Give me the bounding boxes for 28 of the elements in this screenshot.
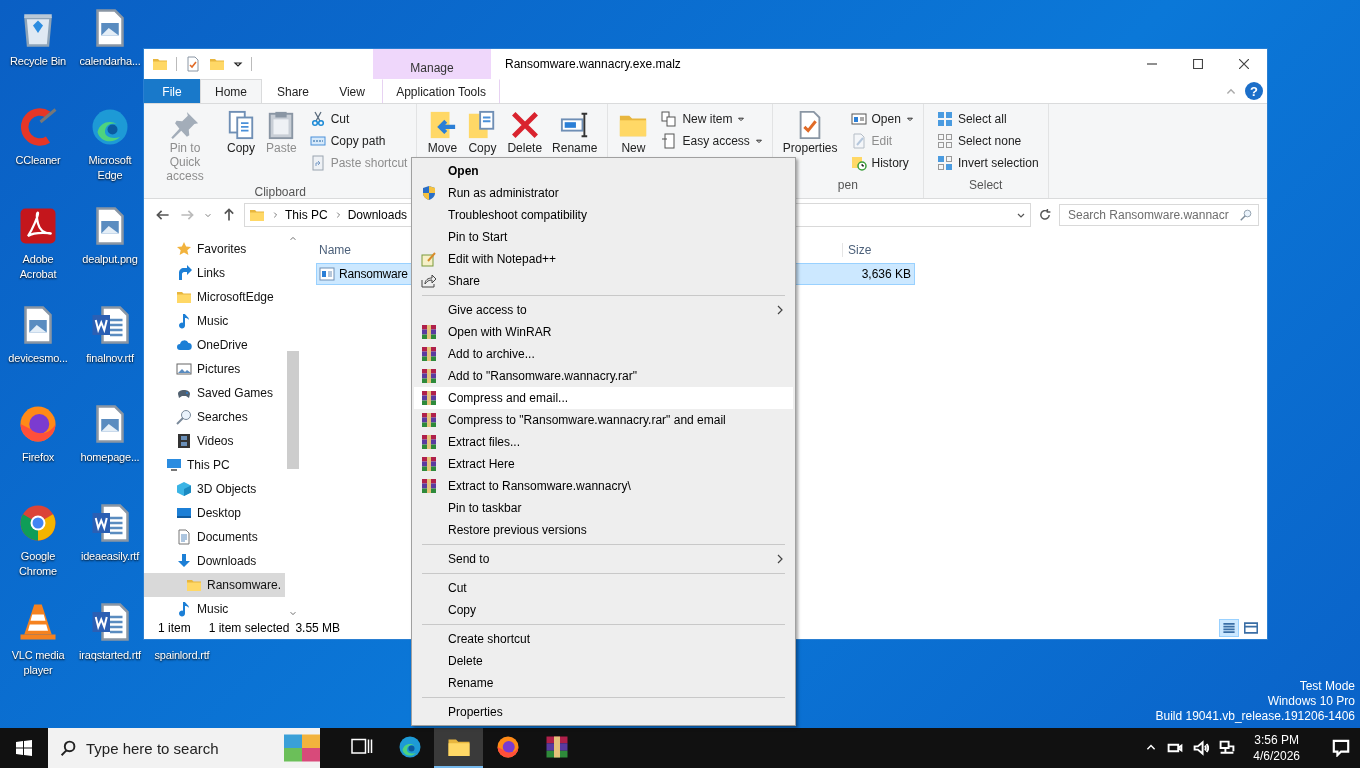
group-label: pen — [836, 178, 859, 194]
window-title: Ransomware.wannacry.exe.malz — [505, 57, 682, 71]
desktop-icon-label: finalnov.rtf — [86, 351, 134, 366]
item-count: 1 item — [158, 621, 191, 635]
system-watermark-text: Build 19041.vb_release.191206-1406 — [1155, 709, 1355, 724]
system-watermark-text: Test Mode — [1298, 679, 1355, 694]
group-label: Clipboard — [253, 185, 307, 199]
desktop-icon-label: ideaeasily.rtf — [80, 549, 140, 564]
desktop-icon-label: Microsoft Edge — [87, 153, 133, 183]
desktop-icon-label: dealput.png — [82, 252, 138, 267]
desktop-icon-label: Google Chrome — [18, 549, 58, 579]
desktop-icon-label: spainlord.rtf — [154, 648, 210, 663]
file-size: 3,636 KB — [860, 267, 911, 281]
desktop-icon-label: CCleaner — [15, 153, 61, 168]
selection-size: 3.55 MB — [295, 621, 341, 635]
selection-count: 1 item selected — [208, 621, 290, 635]
desktop-icon-label: Recycle Bin — [10, 54, 66, 69]
context-tab-group: Manage — [373, 49, 491, 79]
desktop-icon-label: VLC media player — [10, 648, 66, 678]
desktop-icon-label: iraqstarted.rtf — [79, 648, 141, 663]
group-label: Select — [968, 178, 1004, 194]
desktop-icon-label: devicesmo... — [8, 351, 68, 366]
desktop-icon-label: Firefox — [21, 450, 55, 465]
desktop-icon-label: Adobe Acrobat — [18, 252, 58, 282]
system-watermark-text: Windows 10 Pro — [1266, 694, 1355, 709]
desktop-icon-label: calendarha... — [79, 54, 141, 69]
desktop-icon-label: homepage... — [80, 450, 140, 465]
file-name: Ransomware — [339, 267, 408, 281]
